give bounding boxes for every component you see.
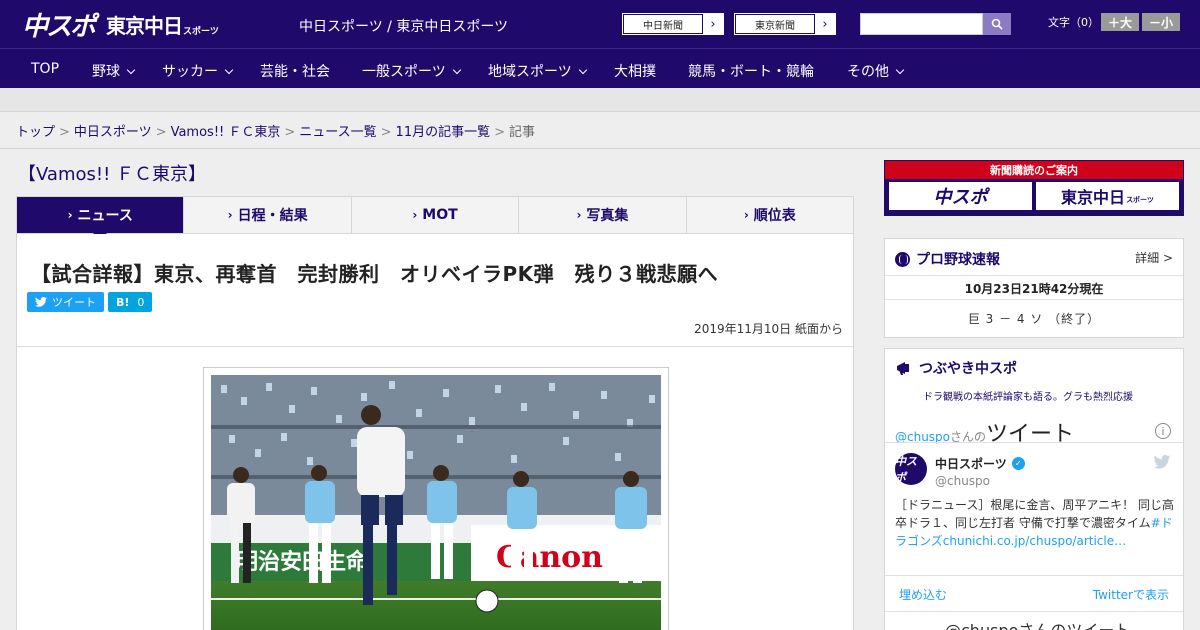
breadcrumb-news-list[interactable]: ニュース一覧 xyxy=(299,125,376,140)
font-size-label: 文字（0） xyxy=(1048,16,1099,29)
chevron-right-icon: › xyxy=(67,208,73,222)
tokyo-shimbun-link[interactable]: 東京新聞 › xyxy=(734,13,836,35)
divider xyxy=(17,346,853,347)
nav-item-local-sports[interactable]: 地域スポーツ xyxy=(488,61,587,81)
nav-item-soccer[interactable]: サッカー xyxy=(162,61,234,81)
search-icon xyxy=(991,18,1003,30)
nav-item-general-sports[interactable]: 一般スポーツ xyxy=(362,61,461,81)
baseball-update-time: 10月23日21時42分現在 xyxy=(964,282,1104,296)
soccer-photo-illustration: 明治安田生命 Canon xyxy=(211,375,661,630)
chunichi-shimbun-link[interactable]: 中日新聞 › xyxy=(622,13,724,35)
breadcrumb-november[interactable]: 11月の記事一覧 xyxy=(396,125,491,140)
chevron-down-icon xyxy=(224,65,234,75)
article: 【試合詳報】東京、再奪首 完封勝利 オリベイラPK弾 残り３戦悲願へ ツイート … xyxy=(16,234,854,630)
article-headline: 【試合詳報】東京、再奪首 完封勝利 オリベイラPK弾 残り３戦悲願へ xyxy=(31,262,719,286)
avatar[interactable]: 中スポ xyxy=(895,453,927,485)
section-tabs: › ニュース › 日程・結果 › MOT › 写真集 › 順位表 xyxy=(16,196,854,240)
baseball-widget-title: プロ野球速報 xyxy=(895,249,1000,269)
site-names: 中日スポーツ / 東京中日スポーツ xyxy=(299,19,509,35)
twitter-widget-title: つぶやき中スポ xyxy=(895,358,1017,378)
info-icon[interactable]: i xyxy=(1155,423,1171,439)
nav-item-other[interactable]: その他 xyxy=(847,61,905,81)
chevron-right-icon: › xyxy=(822,16,828,32)
breadcrumb-chunichi-sports[interactable]: 中日スポーツ xyxy=(74,125,152,140)
tab-news[interactable]: › ニュース xyxy=(17,197,185,240)
article-photo[interactable]: 明治安田生命 Canon xyxy=(211,375,661,630)
megaphone-icon xyxy=(897,362,909,375)
twitter-timeline-header[interactable]: @chuspoさんのツイート xyxy=(895,416,1074,448)
subscription-ad[interactable]: 新聞購読のご案内 中スポ 東京中日 スポーツ xyxy=(884,160,1184,216)
section-title: 【Vamos!! ＦＣ東京】 xyxy=(18,164,207,185)
logo-sub-text: 東京中日 xyxy=(106,13,183,38)
main-nav: TOP 野球 サッカー 芸能・社会 一般スポーツ 地域スポーツ 大相撲 競馬・ボ… xyxy=(0,48,1200,88)
tweet-author-handle[interactable]: @chuspo xyxy=(935,474,990,488)
nav-item-sumo[interactable]: 大相撲 xyxy=(614,61,656,81)
chevron-right-icon: › xyxy=(743,208,749,222)
logo-small-text: スポーツ xyxy=(183,26,219,37)
breadcrumb-vamos[interactable]: Vamos!! ＦＣ東京 xyxy=(171,125,281,140)
tweet-button[interactable]: ツイート xyxy=(27,292,104,312)
font-smaller-button[interactable]: －小 xyxy=(1142,13,1180,31)
tweets-footer-link[interactable]: @chuspoさんのツイート xyxy=(945,617,1130,630)
tab-mot[interactable]: › MOT xyxy=(352,197,520,233)
twitter-bird-icon xyxy=(35,297,47,307)
hatena-icon: B! xyxy=(116,295,130,309)
view-on-twitter-link[interactable]: Twitterで表示 xyxy=(1093,586,1169,603)
hatena-count: 0 xyxy=(137,295,145,309)
hatena-bookmark-button[interactable]: B! 0 xyxy=(108,292,153,312)
site-logo[interactable]: 中スポ 東京中日 スポーツ xyxy=(22,8,219,42)
chevron-right-icon: › xyxy=(710,16,716,32)
tab-photos[interactable]: › 写真集 xyxy=(519,197,687,233)
twitter-bird-icon[interactable] xyxy=(1153,455,1171,469)
chevron-right-icon: › xyxy=(412,208,418,222)
chuspo-subscribe-logo[interactable]: 中スポ xyxy=(889,182,1032,210)
breadcrumb-top[interactable]: トップ xyxy=(16,125,55,140)
chevron-down-icon xyxy=(578,65,587,75)
baseball-detail-link[interactable]: 詳細 > xyxy=(1135,249,1173,266)
divider xyxy=(885,299,1183,300)
breadcrumb-current: 記事 xyxy=(509,125,536,140)
twitter-widget: つぶやき中スポ ドラ観戦の本紙評論家も語る。グラも熱烈応援 @chuspoさんの… xyxy=(884,348,1184,630)
search-input[interactable] xyxy=(860,13,983,35)
sub-nav-band xyxy=(0,88,1200,112)
baseball-scores-widget: プロ野球速報 詳細 > 10月23日21時42分現在 巨 3 － 4 ソ （終了… xyxy=(884,238,1184,338)
top-header: 中スポ 東京中日 スポーツ 中日スポーツ / 東京中日スポーツ 中日新聞 › 東… xyxy=(0,0,1200,48)
svg-text:明治安田生命: 明治安田生命 xyxy=(236,549,369,575)
embed-link[interactable]: 埋め込む xyxy=(899,586,947,603)
nav-item-racing[interactable]: 競馬・ボート・競輪 xyxy=(688,61,814,81)
tokyo-chunichi-subscribe-logo[interactable]: 東京中日 スポーツ xyxy=(1036,182,1179,210)
tab-standings[interactable]: › 順位表 xyxy=(687,197,853,233)
divider xyxy=(0,148,1200,149)
chevron-right-icon: › xyxy=(227,208,233,222)
chunichi-shimbun-label: 中日新聞 xyxy=(623,14,703,34)
nav-item-top[interactable]: TOP xyxy=(31,61,59,77)
tweet-text: ［ドラニュース］根尾に金言、周平アニキ！ 同じ高卒ドラ１、同じ左打者 守備で打撃… xyxy=(895,498,1174,548)
breadcrumb: トップ > 中日スポーツ > Vamos!! ＦＣ東京 > ニュース一覧 >11月の記事一覧 >… xyxy=(16,125,536,140)
divider xyxy=(885,611,1183,612)
twitter-widget-subtitle: ドラ観戦の本紙評論家も語る。グラも熱烈応援 xyxy=(923,392,1133,403)
article-date: 2019年11月10日 紙面から xyxy=(694,322,843,336)
tokyo-shimbun-label: 東京新聞 xyxy=(735,14,815,34)
search-button[interactable] xyxy=(983,13,1011,35)
chevron-down-icon xyxy=(126,65,136,75)
tab-schedule[interactable]: › 日程・結果 xyxy=(184,197,352,233)
divider xyxy=(885,442,1183,443)
tweet-author-name[interactable]: 中日スポーツ ✓ xyxy=(935,455,1025,472)
baseball-icon xyxy=(895,251,910,267)
divider xyxy=(885,275,1183,276)
nav-item-entertainment[interactable]: 芸能・社会 xyxy=(260,61,330,81)
logo-main-text: 中スポ xyxy=(22,11,96,42)
nav-item-baseball[interactable]: 野球 xyxy=(92,61,136,81)
subscription-ad-heading: 新聞購読のご案内 xyxy=(885,161,1183,179)
font-larger-button[interactable]: ＋大 xyxy=(1101,13,1139,31)
divider xyxy=(885,575,1183,576)
baseball-game-score[interactable]: 巨 3 － 4 ソ （終了） xyxy=(885,310,1183,327)
article-photo-frame: 明治安田生命 Canon xyxy=(203,367,669,630)
chevron-down-icon xyxy=(452,65,461,75)
chevron-down-icon xyxy=(895,65,905,75)
chevron-right-icon: › xyxy=(576,208,582,222)
verified-badge-icon: ✓ xyxy=(1011,457,1025,470)
